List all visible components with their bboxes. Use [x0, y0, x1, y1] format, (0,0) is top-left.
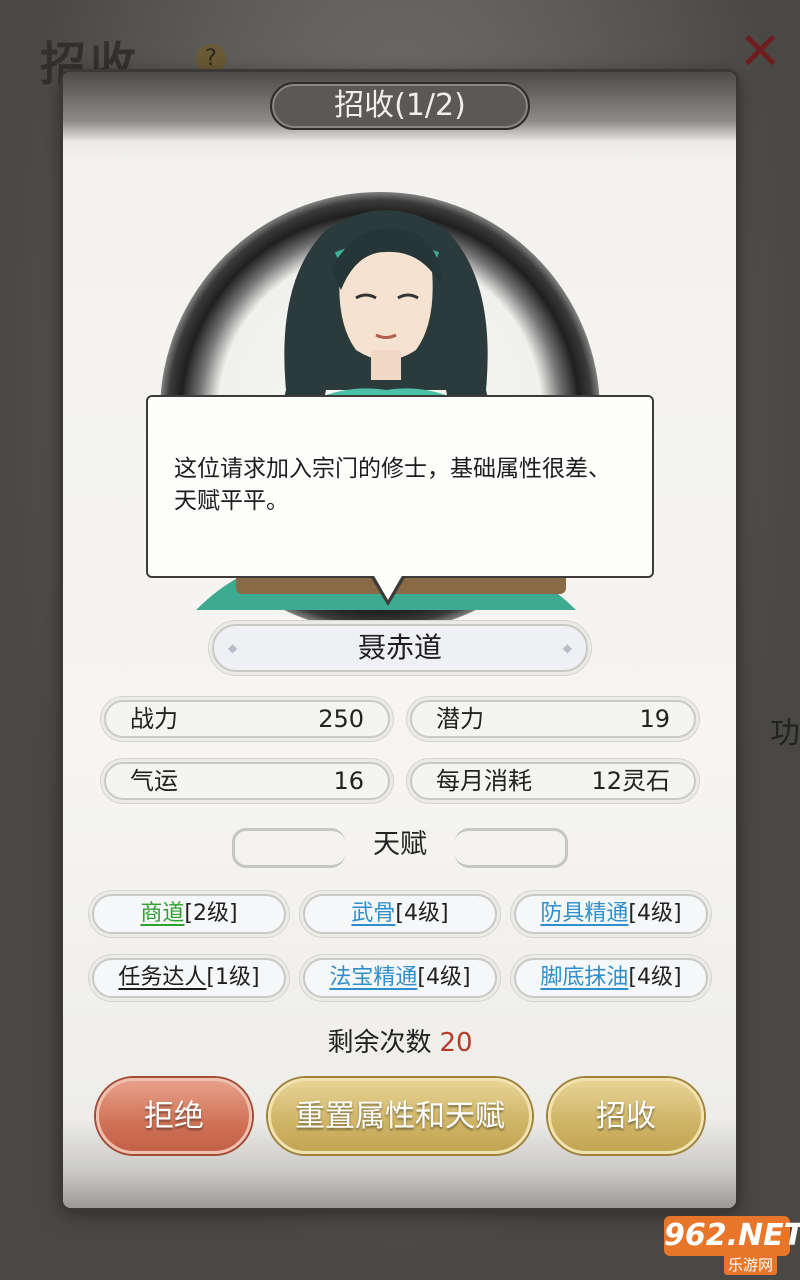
talent-item[interactable]: 法宝精通[4级]: [303, 958, 497, 998]
background-side-text: 功: [770, 716, 800, 751]
speech-text: 这位请求加入宗门的修士，基础属性很差、天赋平平。: [174, 456, 611, 514]
talent-header-label: 天赋: [373, 829, 427, 860]
talent-item[interactable]: 武骨[4级]: [303, 894, 497, 934]
talent-item[interactable]: 商道[2级]: [92, 894, 286, 934]
watermark-sub: 乐游网: [724, 1254, 778, 1275]
talent-name: 商道: [140, 901, 185, 926]
talent-name: 法宝精通: [329, 965, 418, 990]
stat-value: 250: [318, 705, 364, 733]
talent-name: 任务达人: [118, 965, 207, 990]
talent-level: [1级]: [206, 965, 260, 990]
stat-label: 战力: [130, 705, 178, 733]
talent-level: [4级]: [628, 901, 682, 926]
talent-header: 天赋: [232, 820, 568, 870]
speech-bubble-tail: [370, 574, 406, 606]
stat-label: 每月消耗: [436, 767, 532, 795]
stat-potential: 潜力 19: [410, 700, 696, 738]
dialog-title: 招收(1/2): [270, 82, 530, 130]
stat-label: 气运: [130, 767, 178, 795]
remaining-label: 剩余次数: [327, 1028, 432, 1058]
talent-level: [4级]: [628, 965, 682, 990]
talent-name: 脚底抹油: [540, 965, 629, 990]
remaining-value: 20: [439, 1028, 473, 1058]
close-icon[interactable]: ✕: [738, 22, 782, 82]
talent-level: [2级]: [184, 901, 238, 926]
reset-attributes-button[interactable]: 重置属性和天赋: [268, 1078, 532, 1154]
speech-bubble: 这位请求加入宗门的修士，基础属性很差、天赋平平。: [146, 395, 654, 578]
remaining-count: 剩余次数 20: [0, 1022, 800, 1059]
stat-luck: 气运 16: [104, 762, 390, 800]
recruit-button[interactable]: 招收: [548, 1078, 704, 1154]
watermark-main: 962.NET: [664, 1216, 800, 1256]
stat-combat: 战力 250: [104, 700, 390, 738]
stat-value: 16: [333, 767, 364, 795]
talent-item[interactable]: 防具精通[4级]: [514, 894, 708, 934]
talent-name: 防具精通: [540, 901, 629, 926]
character-name: 聂赤道: [212, 624, 588, 672]
stat-label: 潜力: [436, 705, 484, 733]
talent-item[interactable]: 脚底抹油[4级]: [514, 958, 708, 998]
stat-value: 12灵石: [591, 767, 670, 795]
talent-name: 武骨: [351, 901, 396, 926]
stat-value: 19: [639, 705, 670, 733]
stat-monthly-cost: 每月消耗 12灵石: [410, 762, 696, 800]
reject-button[interactable]: 拒绝: [96, 1078, 252, 1154]
talent-level: [4级]: [417, 965, 471, 990]
watermark-logo: 962.NET 乐游网: [664, 1216, 800, 1275]
talent-item[interactable]: 任务达人[1级]: [92, 958, 286, 998]
talent-level: [4级]: [395, 901, 449, 926]
help-icon[interactable]: ?: [196, 44, 226, 74]
